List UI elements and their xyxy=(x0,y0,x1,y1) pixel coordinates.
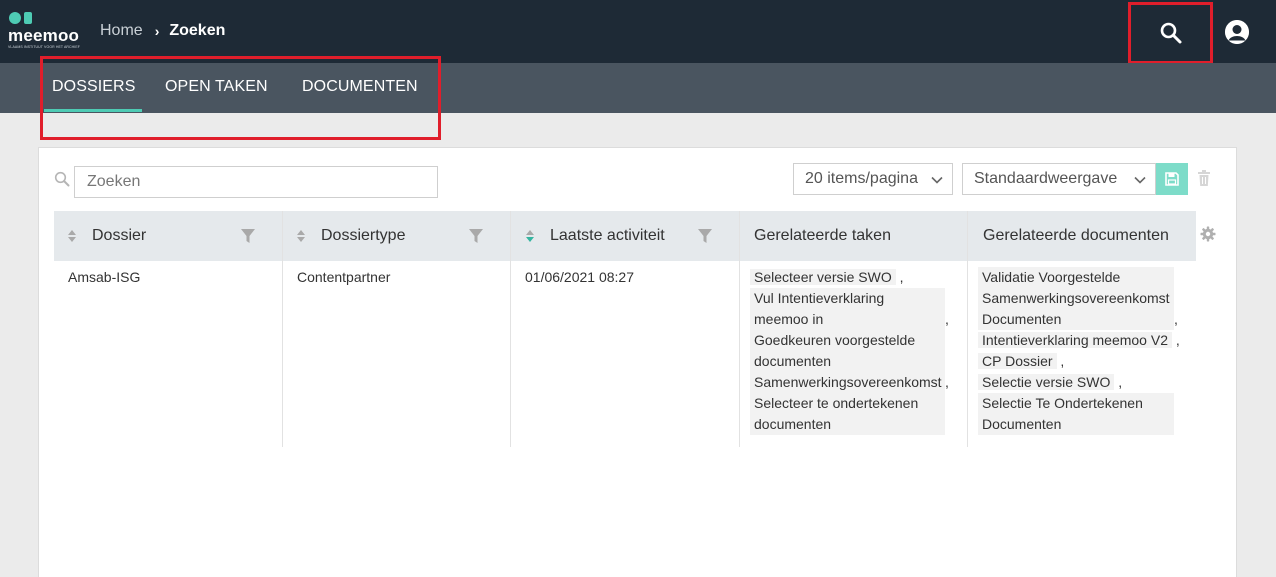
sort-icon[interactable] xyxy=(296,229,306,243)
related-task-link[interactable]: Vul Intentieverklaring meemoo in xyxy=(750,288,945,330)
table-header: Dossier Dossiertype Laatste activiteit G… xyxy=(54,211,1196,261)
gear-icon[interactable] xyxy=(1200,226,1216,242)
page-size-select[interactable]: 20 items/pagina xyxy=(793,163,953,195)
column-header-dossiertype[interactable]: Dossiertype xyxy=(282,211,510,261)
related-document-link[interactable]: CP Dossier xyxy=(978,353,1057,369)
cell-dossiertype: Contentpartner xyxy=(297,269,391,285)
meemoo-logo[interactable]: meemoo VLAAMS INSTITUUT VOOR HET ARCHIEF xyxy=(8,12,82,50)
related-document-link[interactable]: Intentieverklaring meemoo V2 xyxy=(978,332,1172,348)
logo-mark xyxy=(9,12,35,26)
breadcrumb-current: Zoeken xyxy=(169,22,226,39)
tabs-highlight-frame xyxy=(40,56,441,140)
chevron-down-icon xyxy=(1134,176,1146,184)
filter-icon[interactable] xyxy=(468,228,484,244)
global-search-button[interactable] xyxy=(1128,2,1213,64)
related-tasks: Selecteer versie SWO , Vul Intentieverkl… xyxy=(750,267,960,435)
column-header-gerelateerde-taken: Gerelateerde taken xyxy=(739,211,967,261)
breadcrumb: Home › Zoeken xyxy=(100,20,225,42)
column-label: Gerelateerde taken xyxy=(754,227,891,244)
column-divider xyxy=(739,211,740,447)
related-document-link[interactable]: Selectie versie SWO xyxy=(978,374,1115,390)
page-size-value: 20 items/pagina xyxy=(805,170,918,187)
search-input[interactable] xyxy=(74,166,438,198)
related-document-link[interactable]: Validatie Voorgestelde Samenwerkingsover… xyxy=(978,267,1174,330)
floppy-disk-icon xyxy=(1165,172,1179,186)
breadcrumb-home-link[interactable]: Home xyxy=(100,22,143,40)
column-label: Gerelateerde documenten xyxy=(983,227,1169,244)
column-header-gerelateerde-documenten: Gerelateerde documenten xyxy=(967,211,1196,261)
cell-dossier[interactable]: Amsab-ISG xyxy=(68,267,140,288)
logo-wordmark: meemoo xyxy=(8,26,80,45)
column-divider xyxy=(967,211,968,447)
view-value: Standaardweergave xyxy=(974,170,1118,187)
related-task-link[interactable]: Selecteer te ondertekenen documenten xyxy=(750,393,945,435)
column-header-dossier[interactable]: Dossier xyxy=(54,211,282,261)
chevron-right-icon: › xyxy=(154,23,160,39)
column-divider xyxy=(510,211,511,447)
column-label: Dossier xyxy=(92,227,147,244)
trash-icon[interactable] xyxy=(1196,169,1212,187)
view-select[interactable]: Standaardweergave xyxy=(962,163,1156,195)
search-icon xyxy=(1160,22,1181,44)
column-label: Laatste activiteit xyxy=(550,227,665,244)
filter-icon[interactable] xyxy=(697,228,713,244)
related-document-link[interactable]: Selectie Te Ondertekenen Documenten xyxy=(978,393,1174,435)
cell-laatste-activiteit: 01/06/2021 08:27 xyxy=(525,269,634,285)
filter-icon[interactable] xyxy=(240,228,256,244)
related-documents: Validatie Voorgestelde Samenwerkingsover… xyxy=(978,267,1188,435)
related-task-link[interactable]: Selecteer versie SWO xyxy=(750,269,896,285)
top-navigation-bar: meemoo VLAAMS INSTITUUT VOOR HET ARCHIEF… xyxy=(0,0,1276,64)
column-header-laatste-activiteit[interactable]: Laatste activiteit xyxy=(510,211,739,261)
search-icon xyxy=(54,171,70,187)
sort-descending-icon[interactable] xyxy=(525,229,535,243)
save-view-button[interactable] xyxy=(1156,163,1188,195)
column-label: Dossiertype xyxy=(321,227,406,244)
user-avatar-icon[interactable] xyxy=(1225,20,1249,44)
related-task-link[interactable]: Goedkeuren voorgestelde documenten Samen… xyxy=(750,330,945,393)
sort-icon[interactable] xyxy=(67,229,77,243)
column-divider xyxy=(282,211,283,447)
logo-tagline: VLAAMS INSTITUUT VOOR HET ARCHIEF xyxy=(8,45,81,49)
chevron-down-icon xyxy=(931,176,943,184)
